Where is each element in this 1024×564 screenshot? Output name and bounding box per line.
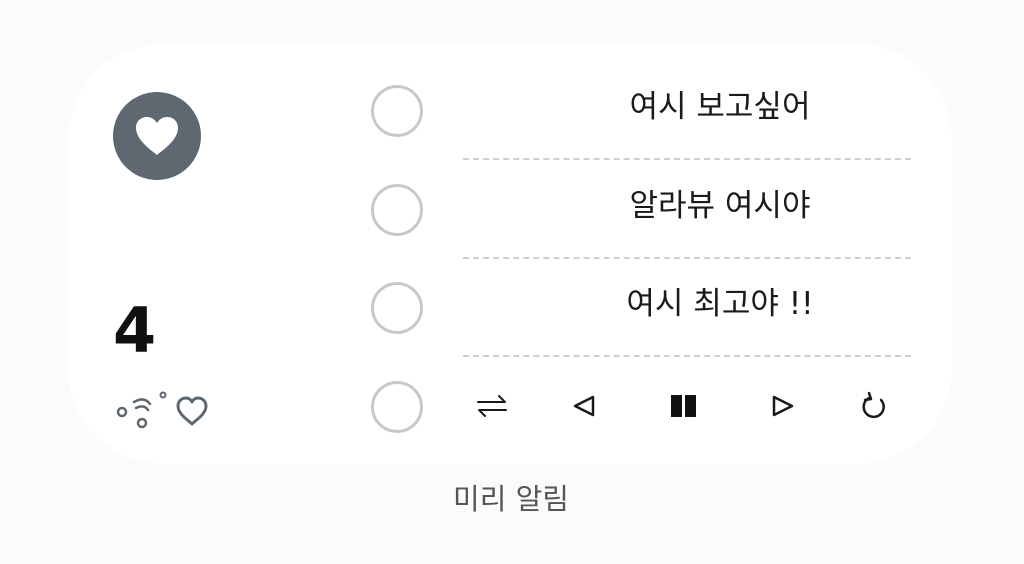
todo-item-2[interactable]: 알라뷰 여시야 xyxy=(530,191,910,222)
sparkle-heart-icon xyxy=(116,391,208,429)
divider xyxy=(463,355,911,357)
widget-caption-label: 미리 알림 xyxy=(453,482,569,516)
previous-icon xyxy=(573,395,595,417)
todo-item-1[interactable]: 여시 보고싶어 xyxy=(530,92,910,123)
repeat-swap-button[interactable] xyxy=(472,386,512,426)
pause-button[interactable] xyxy=(664,386,704,426)
repeat-swap-icon xyxy=(477,395,507,417)
todo-checkbox-4[interactable] xyxy=(371,381,423,433)
reminder-count: 4 xyxy=(113,294,157,367)
todo-item-3[interactable]: 여시 최고야 !! xyxy=(530,289,910,320)
refresh-button[interactable] xyxy=(854,386,894,426)
previous-button[interactable] xyxy=(564,386,604,426)
home-screen: 4 여시 보고싶어 알라뷰 여시야 여시 최고야 !! 미리 알림 xyxy=(0,0,1024,564)
todo-checkbox-1[interactable] xyxy=(371,85,423,137)
heart-icon xyxy=(136,117,178,155)
next-icon xyxy=(772,395,794,417)
widget-caption: 미리 알림 xyxy=(0,476,1024,518)
todo-checkbox-3[interactable] xyxy=(371,282,423,334)
divider xyxy=(463,257,911,259)
divider xyxy=(463,158,911,160)
todo-checkbox-2[interactable] xyxy=(371,184,423,236)
pause-icon xyxy=(671,395,696,417)
heart-badge xyxy=(113,92,201,180)
next-button[interactable] xyxy=(763,386,803,426)
refresh-icon xyxy=(862,391,885,419)
